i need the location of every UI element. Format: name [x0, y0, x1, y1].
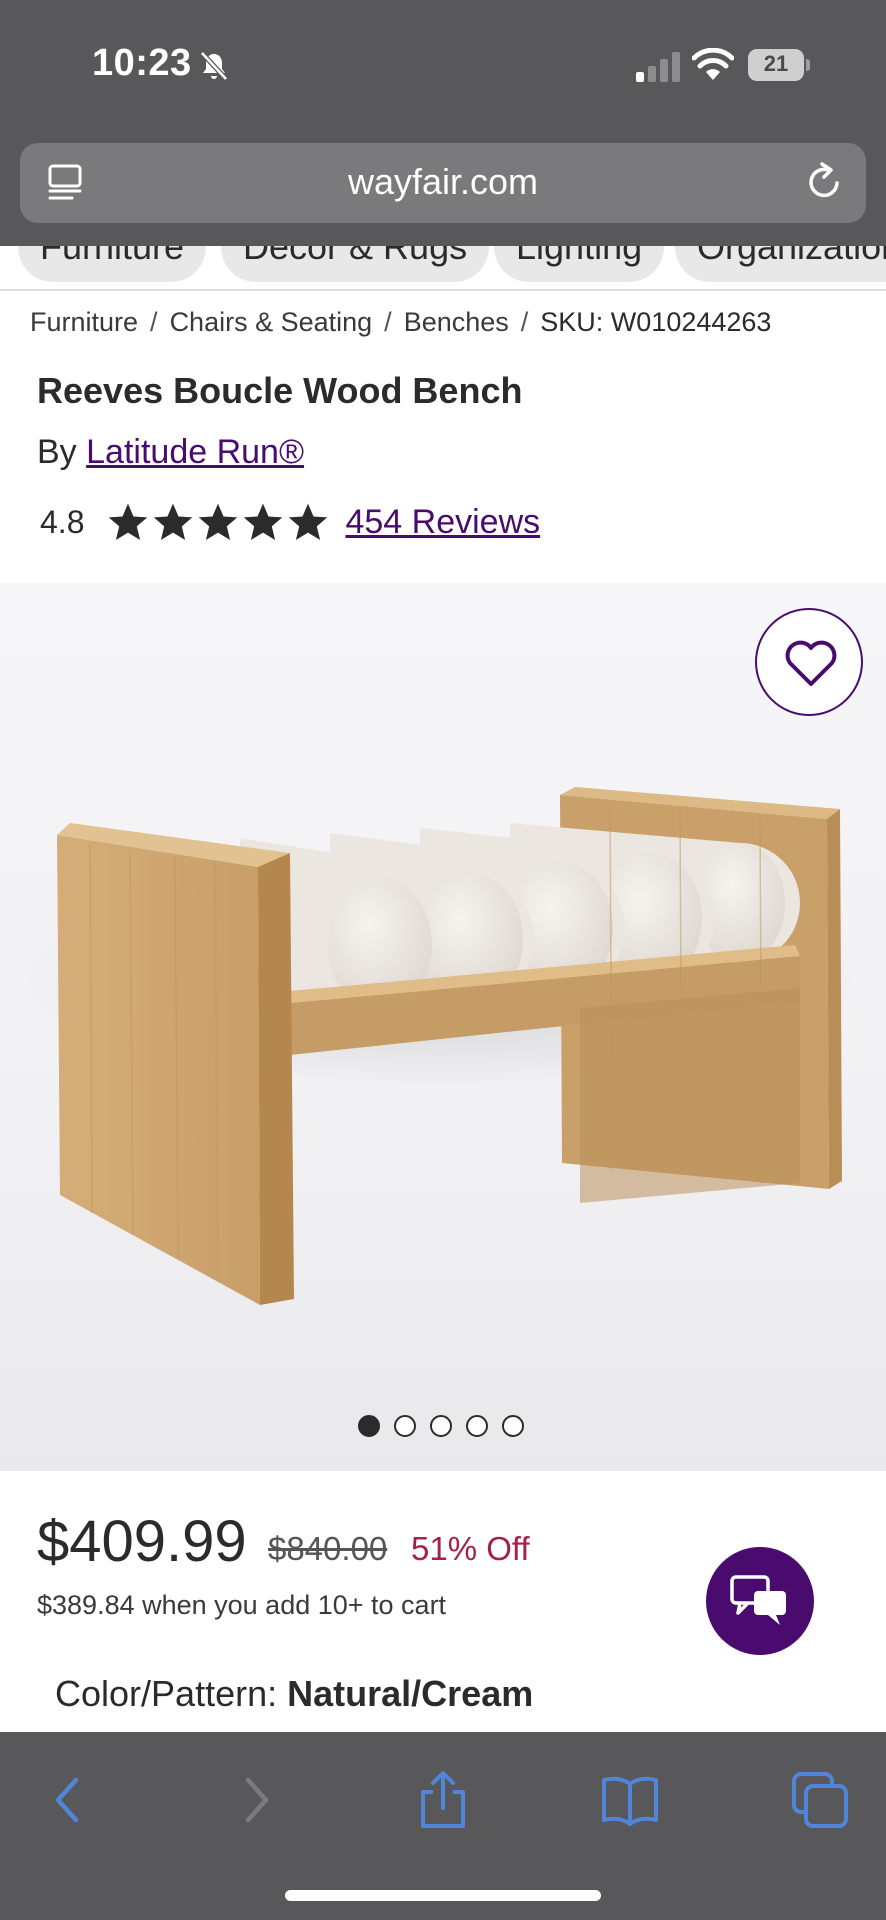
heart-icon	[785, 640, 837, 686]
original-price: $840.00	[268, 1530, 388, 1567]
star-icon	[289, 503, 328, 540]
category-chip-decor-rugs[interactable]: Decor & Rugs	[221, 246, 490, 282]
by-prefix: By	[37, 433, 77, 471]
bookmarks-icon[interactable]	[600, 1770, 660, 1830]
category-chip-furniture[interactable]: Furniture	[18, 246, 207, 282]
discount-badge: 51% Off	[411, 1530, 530, 1567]
brand-link[interactable]: Latitude Run®	[86, 433, 304, 471]
breadcrumb: Furniture / Chairs & Seating / Benches / SKU: …	[30, 307, 771, 338]
browser-top-chrome: 10:23 21 wayfair.com	[0, 0, 886, 246]
sale-price: $409.99	[37, 1509, 247, 1574]
chat-icon	[730, 1575, 786, 1625]
carousel-dot[interactable]	[394, 1415, 416, 1437]
tabs-icon[interactable]	[790, 1770, 850, 1830]
share-icon[interactable]	[413, 1770, 473, 1830]
bell-slash-icon	[200, 51, 228, 81]
breadcrumb-chairs-seating[interactable]: Chairs & Seating	[170, 307, 373, 337]
breadcrumb-separator: /	[150, 307, 158, 337]
chat-button[interactable]	[706, 1547, 814, 1655]
favorite-button[interactable]	[755, 608, 863, 716]
category-chip-organization[interactable]: Organization	[675, 246, 886, 282]
rating-row: 4.8 454 Reviews	[40, 498, 540, 546]
product-byline: By Latitude Run®	[37, 433, 304, 472]
battery-icon: 21	[748, 49, 810, 81]
star-icon	[109, 503, 148, 540]
color-pattern-value: Natural/Cream	[287, 1673, 534, 1714]
star-icon	[154, 503, 193, 540]
product-sku: SKU: W010244263	[540, 307, 772, 337]
battery-level: 21	[763, 51, 789, 76]
star-icon	[244, 503, 283, 540]
breadcrumb-furniture[interactable]: Furniture	[30, 307, 138, 337]
category-chip-lighting[interactable]: Lighting	[494, 246, 665, 282]
category-nav: Furniture Decor & Rugs Lighting Organiza…	[0, 246, 886, 291]
reload-icon[interactable]	[804, 161, 844, 203]
breadcrumb-separator: /	[384, 307, 392, 337]
url-text[interactable]: wayfair.com	[20, 161, 866, 203]
carousel-dot[interactable]	[502, 1415, 524, 1437]
image-carousel-dots	[358, 1415, 538, 1437]
signal-icon	[636, 52, 680, 82]
star-icon	[199, 503, 238, 540]
status-time: 10:23	[92, 42, 192, 84]
bench-photo	[20, 787, 860, 1305]
carousel-dot[interactable]	[358, 1415, 380, 1437]
product-title: Reeves Boucle Wood Bench	[37, 370, 523, 411]
home-indicator	[285, 1890, 601, 1901]
rating-value: 4.8	[40, 503, 85, 540]
color-pattern-label: Color/Pattern:	[55, 1673, 278, 1714]
back-icon[interactable]	[36, 1770, 96, 1830]
color-pattern-row: Color/Pattern: Natural/Cream	[55, 1673, 533, 1715]
product-image[interactable]	[0, 583, 886, 1471]
breadcrumb-separator: /	[520, 307, 529, 337]
wifi-icon	[692, 48, 734, 80]
forward-icon[interactable]	[226, 1770, 286, 1830]
star-rating	[106, 500, 331, 544]
carousel-dot[interactable]	[466, 1415, 488, 1437]
bulk-price-note: $389.84 when you add 10+ to cart	[37, 1590, 447, 1620]
carousel-dot[interactable]	[430, 1415, 452, 1437]
address-bar[interactable]: wayfair.com	[20, 143, 866, 223]
breadcrumb-benches[interactable]: Benches	[404, 307, 509, 337]
reviews-link[interactable]: 454 Reviews	[345, 503, 540, 542]
